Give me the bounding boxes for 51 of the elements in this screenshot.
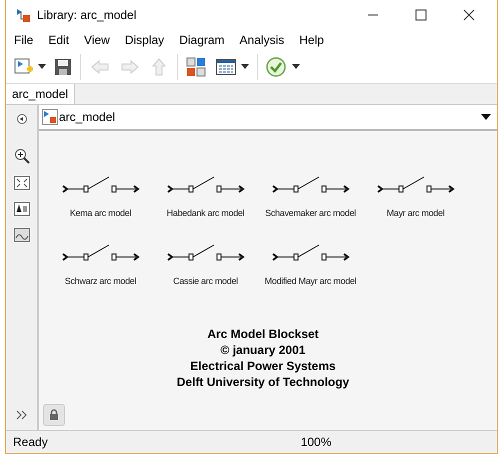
block-label: Habedank arc model [166,207,244,220]
new-model-icon[interactable] [14,56,34,76]
zoom-level: 100% [300,434,332,451]
app-icon [16,7,32,23]
image-icon[interactable] [14,228,30,242]
status-text: Ready [13,434,48,451]
menu-item[interactable]: Diagram [179,31,225,49]
switch-block-icon[interactable] [166,175,244,195]
block-label: Schavemaker arc model [265,207,356,220]
switch-block-icon[interactable] [166,242,244,262]
switch-block-icon[interactable] [62,175,140,195]
check-icon[interactable] [266,56,286,76]
annotation-icon[interactable] [14,202,30,216]
window-title: Library: arc_model [37,7,136,24]
caret-icon[interactable] [292,64,300,69]
switch-block-icon[interactable] [62,242,140,262]
menu-item[interactable]: View [84,31,110,49]
library-browser-icon[interactable] [186,56,206,76]
switch-block-icon[interactable] [272,242,350,262]
lock-icon [49,409,59,421]
maximize-icon[interactable] [415,9,427,21]
credit-line: © january 2001 [220,342,306,358]
block-label: Schwarz arc model [64,274,136,288]
credit-line: Electrical Power Systems [190,358,336,374]
caret-icon[interactable] [38,64,46,69]
fit-view-icon[interactable] [14,176,30,190]
save-icon[interactable] [54,58,72,76]
dropdown-icon[interactable] [481,114,491,120]
block-label: Cassie arc model [173,274,238,288]
zoom-icon[interactable] [14,148,30,164]
block-label: Modified Mayr arc model [264,274,356,288]
tab[interactable]: arc_model [6,84,76,104]
lock-button[interactable] [43,404,65,426]
credit-line: Delft University of Technology [176,374,350,390]
menu-item[interactable]: Help [299,31,324,49]
switch-block-icon[interactable] [376,175,454,195]
menu-item[interactable]: Display [124,31,164,49]
model-path: arc_model [59,109,116,126]
model-settings-icon[interactable] [216,58,236,74]
caret-icon[interactable] [241,64,249,69]
credit-line: Arc Model Blockset [207,326,319,342]
block-label: Kema arc model [70,207,132,220]
expand-icon[interactable] [16,410,28,420]
block-label: Mayr arc model [386,207,444,220]
back-icon[interactable] [16,114,26,124]
close-icon[interactable] [463,9,475,21]
menu-item[interactable]: File [14,31,34,49]
menu-item[interactable]: Edit [48,31,70,49]
switch-block-icon[interactable] [272,175,350,195]
model-icon [42,109,58,125]
menu-item[interactable]: Analysis [240,31,284,49]
